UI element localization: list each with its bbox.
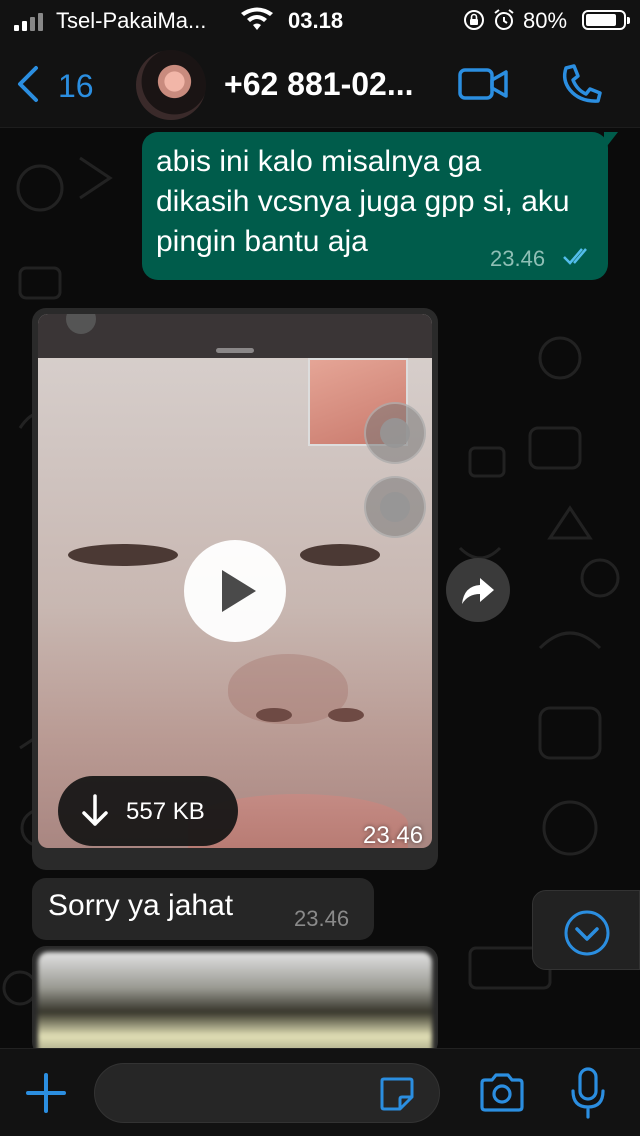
message-input-bar <box>0 1048 640 1136</box>
face-eye <box>300 544 380 566</box>
carrier-name: Tsel-PakaiMa... <box>56 8 207 33</box>
message-time: 23.46 <box>490 246 546 271</box>
incoming-message[interactable]: Sorry ya jahat 23.46 <box>32 878 374 940</box>
status-bar: Tsel-PakaiMa... 03.18 80% <box>0 0 640 40</box>
battery-percent: 80% <box>523 8 568 33</box>
unread-count: 16 <box>58 68 94 104</box>
scroll-to-bottom-button[interactable] <box>532 890 640 970</box>
download-button[interactable]: 557 KB <box>58 776 238 846</box>
microphone-icon[interactable] <box>568 1067 608 1119</box>
phone-icon[interactable] <box>556 62 610 106</box>
play-icon <box>222 570 256 612</box>
face-nostril <box>256 708 292 722</box>
chat-header: 16 +62 881-02... <box>0 40 640 128</box>
video-control-circle <box>364 476 426 538</box>
forward-button[interactable] <box>446 558 510 622</box>
chevron-down-circle-icon <box>564 910 610 956</box>
message-text: abis ini kalo misalnya ga dikasih vcsnya… <box>156 145 570 258</box>
contact-avatar[interactable] <box>136 50 206 120</box>
face-nostril <box>328 708 364 722</box>
plus-icon[interactable] <box>24 1071 68 1115</box>
video-thumbnail[interactable]: 557 KB 23.46 <box>38 314 432 848</box>
message-time: 23.46 <box>294 906 350 931</box>
video-message[interactable]: 557 KB 23.46 <box>32 308 438 870</box>
contact-name[interactable]: +62 881-02... <box>224 66 413 103</box>
chat-area[interactable]: abis ini kalo misalnya ga dikasih vcsnya… <box>0 128 640 1048</box>
image-thumbnail[interactable] <box>38 952 432 1048</box>
rotation-lock-icon <box>464 10 484 30</box>
sticker-icon[interactable] <box>378 1075 416 1113</box>
double-check-icon <box>563 248 587 265</box>
play-button[interactable] <box>184 540 286 642</box>
forward-icon <box>462 578 494 604</box>
status-time: 03.18 <box>288 8 344 33</box>
download-icon <box>82 794 108 826</box>
message-time: 23.46 <box>363 822 424 848</box>
video-call-icon[interactable] <box>456 62 510 106</box>
message-text: Sorry ya jahat <box>48 889 234 922</box>
video-control-circle <box>364 402 426 464</box>
image-message[interactable] <box>32 946 438 1048</box>
alarm-icon <box>494 9 514 30</box>
outgoing-message[interactable]: abis ini kalo misalnya ga dikasih vcsnya… <box>142 132 618 280</box>
battery-icon <box>582 10 630 30</box>
chevron-left-icon <box>18 66 38 102</box>
camera-icon[interactable] <box>478 1071 526 1115</box>
signal-icon <box>14 11 48 31</box>
wifi-icon <box>241 7 273 30</box>
face-eye <box>68 544 178 566</box>
file-size: 557 KB <box>126 798 205 825</box>
back-button[interactable]: 16 <box>14 62 104 106</box>
video-embedded-topbar <box>38 314 432 358</box>
